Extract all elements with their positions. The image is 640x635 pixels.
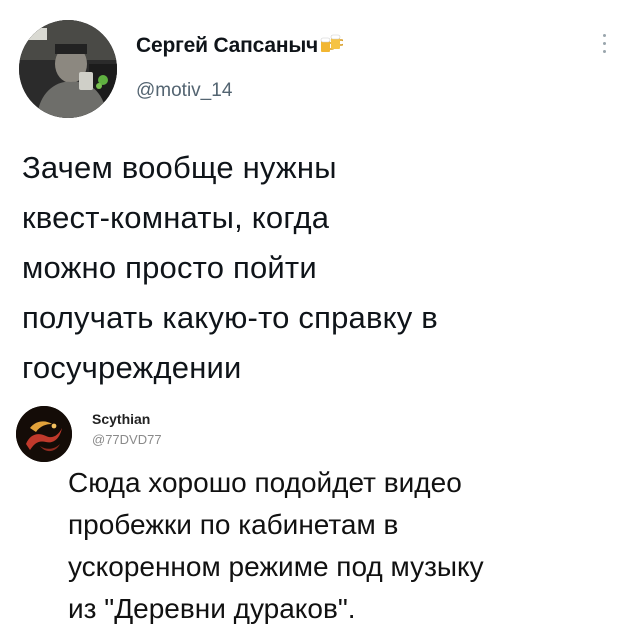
reply-text: Сюда хорошо подойдет видео пробежки по к… [68,462,628,630]
tweet-text-line: квест-комнаты, когда [22,200,330,235]
tweet-text: Зачем вообще нужны квест-комнаты, когда … [22,143,622,393]
author-handle[interactable]: @motiv_14 [136,80,232,102]
author-photo [19,20,117,118]
beer-mugs-icon [319,34,345,60]
tweet-text-line: Зачем вообще нужны [22,150,337,185]
tweet-text-line: госучреждении [22,350,242,385]
reply-text-line: ускоренном режиме под музыку [68,551,484,582]
reply-text-line: Сюда хорошо подойдет видео [68,467,462,498]
author-name[interactable]: Сергей Сапсаныч [136,34,345,60]
more-vertical-icon[interactable] [598,34,610,60]
author-name-text: Сергей Сапсаныч [136,34,319,57]
scythian-emblem [16,406,72,462]
reply-author-handle[interactable]: @77DVD77 [92,432,162,447]
author-avatar[interactable] [19,20,117,118]
tweet-text-line: можно просто пойти [22,250,317,285]
reply-text-line: из "Деревни дураков". [68,593,356,624]
tweet-text-line: получать какую-то справку в [22,300,438,335]
reply-author-name[interactable]: Scythian [92,411,150,427]
reply-text-line: пробежки по кабинетам в [68,509,399,540]
reply-avatar[interactable] [16,406,72,462]
main-tweet: Сергей Сапсаныч @motiv_14 Зачем вообще н… [0,0,640,395]
